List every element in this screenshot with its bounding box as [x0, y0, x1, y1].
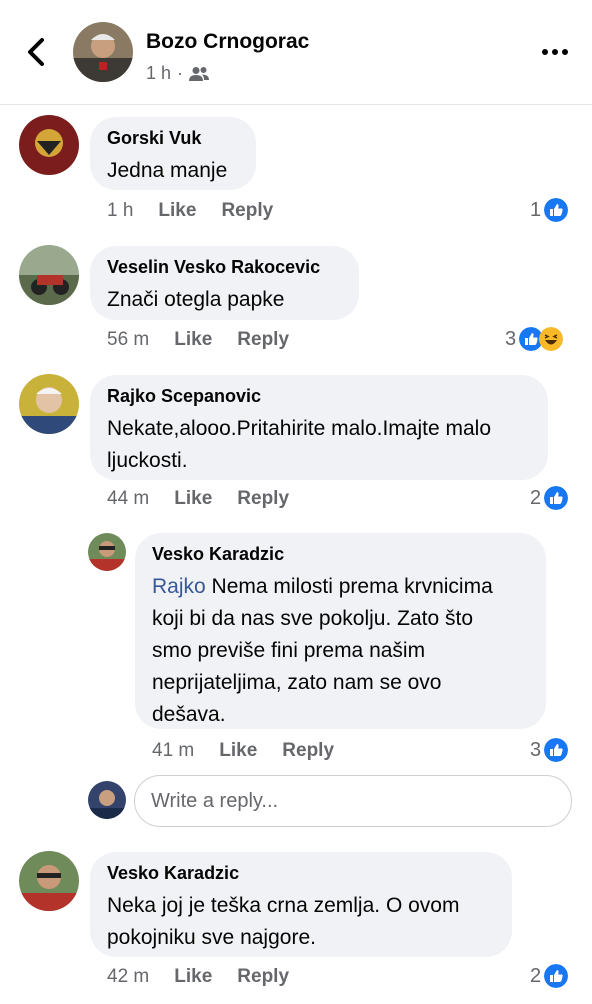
comment-text-line: Nekate,alooo.Pritahirite malo.Imajte mal… — [107, 417, 492, 440]
comment-text: Neka joj je teška crna zemlja. O ovom po… — [107, 890, 496, 954]
chevron-left-icon[interactable] — [22, 34, 52, 70]
like-button[interactable]: Like — [219, 740, 257, 762]
post-header: Bozo Crnogorac 1 h · — [0, 0, 592, 105]
mention-link[interactable]: Rajko — [152, 575, 206, 598]
comment-text-line: dešava. — [152, 703, 226, 726]
post-time[interactable]: 1 h — [146, 63, 171, 84]
comment-time[interactable]: 42 m — [107, 966, 149, 988]
commenter-avatar[interactable] — [19, 851, 79, 911]
author-name[interactable]: Bozo Crnogorac — [146, 30, 309, 54]
comment-text-line: pokojniku sve najgore. — [107, 926, 316, 949]
comment-text-line: Nema milosti prema krvnicima — [205, 575, 493, 598]
comment-author[interactable]: Veselin Vesko Rakocevic — [107, 256, 343, 278]
like-reaction-icon — [544, 198, 569, 222]
comment-actions: 1 h Like Reply — [107, 200, 273, 222]
commenter-avatar[interactable] — [19, 245, 79, 305]
more-icon[interactable] — [540, 42, 570, 62]
comment-author[interactable]: Gorski Vuk — [107, 127, 240, 149]
comment-time[interactable]: 1 h — [107, 200, 133, 222]
reaction-summary[interactable]: 1 — [530, 198, 569, 222]
reply-button[interactable]: Reply — [282, 740, 334, 762]
reaction-summary[interactable]: 2 — [530, 964, 569, 988]
like-reaction-icon — [544, 486, 569, 510]
like-reaction-icon — [544, 738, 569, 762]
commenter-avatar[interactable] — [19, 374, 79, 434]
reply-button[interactable]: Reply — [237, 966, 289, 988]
reply-button[interactable]: Reply — [237, 488, 289, 510]
like-button[interactable]: Like — [174, 966, 212, 988]
comment-time[interactable]: 56 m — [107, 329, 149, 351]
comment-text-line: ljuckosti. — [107, 449, 188, 472]
reply-button[interactable]: Reply — [221, 200, 273, 222]
meta-separator: · — [177, 63, 184, 83]
author-avatar[interactable] — [73, 22, 133, 82]
comment-bubble: Rajko Scepanovic Nekate,alooo.Pritahirit… — [90, 375, 548, 480]
current-user-avatar — [88, 781, 126, 819]
commenter-avatar[interactable] — [88, 533, 126, 571]
like-button[interactable]: Like — [158, 200, 196, 222]
comment-actions: 44 m Like Reply — [107, 488, 289, 510]
comment-text: Nekate,alooo.Pritahirite malo.Imajte mal… — [107, 413, 532, 477]
post-meta: 1 h · — [146, 63, 210, 84]
comment-text-line: smo previše fini prema našim — [152, 639, 426, 662]
comment-text: Rajko Nema milosti prema krvnicima koji … — [152, 571, 530, 731]
comment-text-line: neprijateljima, zato nam se ovo — [152, 671, 442, 694]
reaction-summary[interactable]: 3 — [505, 327, 564, 351]
reaction-count: 3 — [505, 327, 517, 350]
comment-time[interactable]: 44 m — [107, 488, 149, 510]
reaction-summary[interactable]: 3 — [530, 738, 569, 762]
comment-actions: 41 m Like Reply — [152, 740, 334, 762]
haha-reaction-icon — [539, 327, 564, 351]
comment-text-line: koji bi da nas sve pokolju. Zato što — [152, 607, 474, 630]
reply-input[interactable] — [134, 775, 572, 827]
reaction-summary[interactable]: 2 — [530, 486, 569, 510]
like-button[interactable]: Like — [174, 329, 212, 351]
comment-actions: 56 m Like Reply — [107, 329, 289, 351]
comment-text: Znači otegla papke — [107, 288, 285, 311]
comment-author[interactable]: Rajko Scepanovic — [107, 385, 532, 407]
comment-text-line: Neka joj je teška crna zemlja. O ovom — [107, 894, 460, 917]
commenter-avatar[interactable] — [19, 115, 79, 175]
reply-button[interactable]: Reply — [237, 329, 289, 351]
reply-bubble: Vesko Karadzic Rajko Nema milosti prema … — [135, 533, 546, 729]
friends-icon — [189, 66, 210, 81]
comment-bubble: Vesko Karadzic Neka joj je teška crna ze… — [90, 852, 512, 957]
reaction-count: 2 — [530, 964, 542, 987]
comment-time[interactable]: 41 m — [152, 740, 194, 762]
comment-bubble: Gorski Vuk Jedna manje — [90, 117, 256, 190]
like-reaction-icon — [544, 964, 569, 988]
reaction-count: 3 — [530, 738, 542, 761]
comment-author[interactable]: Vesko Karadzic — [107, 862, 496, 884]
comment-bubble: Veselin Vesko Rakocevic Znači otegla pap… — [90, 246, 359, 320]
reaction-count: 2 — [530, 486, 542, 509]
comment-actions: 42 m Like Reply — [107, 966, 289, 988]
like-button[interactable]: Like — [174, 488, 212, 510]
comment-author[interactable]: Vesko Karadzic — [152, 543, 530, 565]
reaction-count: 1 — [530, 198, 542, 221]
comment-text: Jedna manje — [107, 159, 228, 182]
